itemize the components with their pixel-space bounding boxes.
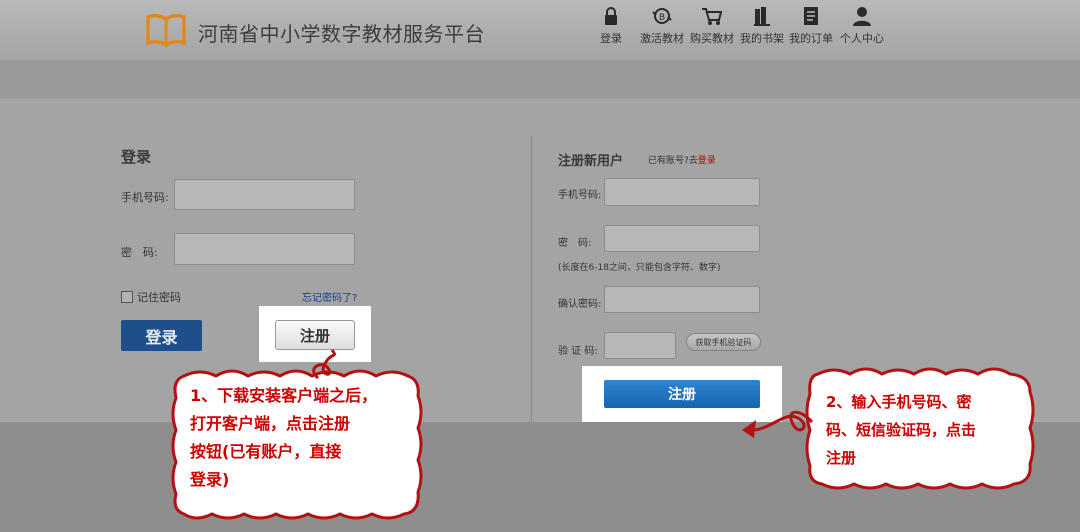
callout-arrowhead-2 — [742, 420, 756, 438]
callout-text-1: 1、下载安装客户端之后， 打开客户端，点击注册 按钮(已有账户，直接 登录) — [190, 386, 378, 489]
callout-text-2: 2、输入手机号码、密 码、短信验证码，点击 注册 — [826, 393, 977, 467]
callout-pointer-2 — [747, 410, 814, 432]
